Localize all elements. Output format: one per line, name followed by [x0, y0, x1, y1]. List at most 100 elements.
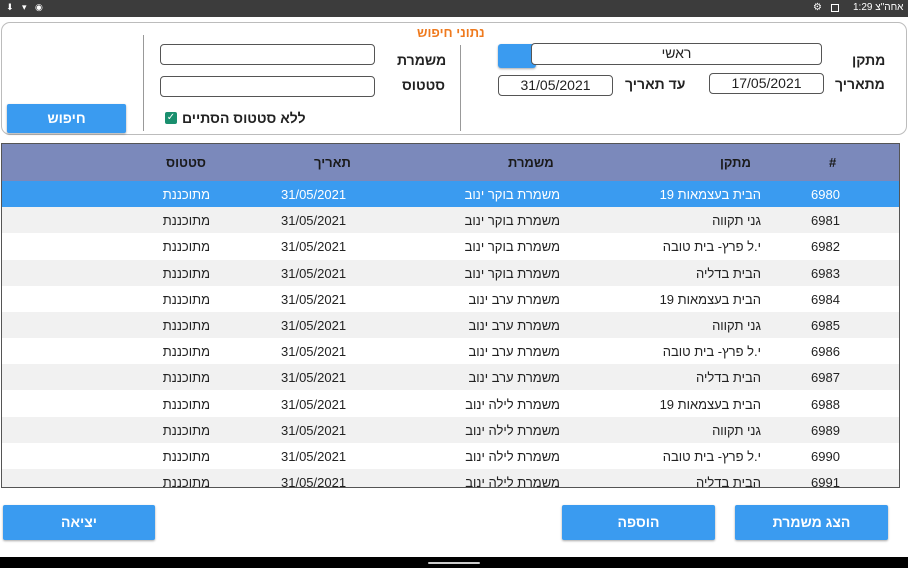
cell-status: מתוכננת: [162, 475, 210, 488]
table-row[interactable]: 6981 גני תקווה משמרת בוקר ינוב 31/05/2021 מת…: [2, 207, 899, 234]
cell-status: מתוכננת: [162, 213, 210, 229]
cell-date: 31/05/2021: [281, 449, 347, 464]
cell-shift: משמרת ערב ינוב: [468, 318, 560, 333]
table-row[interactable]: 6991 הבית בדליה משמרת לילה ינוב 31/05/2021 מ…: [2, 469, 899, 488]
cell-status: מתוכננת: [162, 422, 210, 438]
cell-shift: משמרת ערב ינוב: [468, 370, 560, 386]
cell-status: מתוכננת: [162, 396, 210, 412]
search-button[interactable]: חיפוש: [7, 104, 126, 133]
table-row[interactable]: 6987 הבית בדליה משמרת ערב ינוב 31/05/2021 מת…: [2, 364, 899, 391]
cell-date: 31/05/2021: [281, 187, 347, 202]
cell-facility: גני תקווה: [712, 318, 761, 333]
cell-shift: משמרת בוקר ינוב: [464, 187, 560, 202]
cell-facility: גני תקווה: [712, 422, 761, 438]
cell-num: 6989: [811, 422, 840, 438]
cell-num: 6981: [811, 213, 840, 229]
cell-shift: משמרת בוקר ינוב: [464, 265, 560, 281]
cell-facility: הבית בעצמאות 19: [659, 291, 761, 307]
cell-num: 6985: [811, 318, 840, 333]
cell-shift: משמרת בוקר ינוב: [464, 239, 560, 255]
cell-num: 6988: [811, 396, 840, 412]
column-header-shift[interactable]: משמרת: [508, 155, 554, 170]
no-closed-status-label: ללא סטטוס הסתיים: [182, 110, 306, 126]
no-closed-status-checkbox[interactable]: ✓: [165, 112, 177, 124]
cell-status: מתוכננת: [162, 187, 210, 202]
cell-date: 31/05/2021: [281, 370, 347, 386]
add-button[interactable]: הוספה: [562, 505, 715, 540]
shift-field[interactable]: [160, 44, 375, 65]
cell-facility: י.ל פרץ- בית טובה: [662, 449, 761, 464]
column-header-date[interactable]: תאריך: [314, 155, 351, 170]
cell-date: 31/05/2021: [281, 291, 347, 307]
cell-facility: הבית בעצמאות 19: [659, 187, 761, 202]
cell-num: 6991: [811, 475, 840, 488]
status-label: סטטוס: [402, 77, 446, 93]
cell-date: 31/05/2021: [281, 318, 347, 333]
facility-field[interactable]: ראשי: [531, 43, 822, 65]
search-panel-title: נתוני חיפוש: [417, 25, 485, 40]
cell-num: 6984: [811, 291, 840, 307]
shift-label: משמרת: [397, 52, 447, 68]
cell-facility: הבית בדליה: [696, 370, 761, 386]
to-date-field[interactable]: 31/05/2021: [498, 75, 613, 96]
shifts-table: # מתקן משמרת תאריך סטטוס 6980 הבית בעצמאו…: [1, 143, 900, 488]
cell-date: 31/05/2021: [281, 239, 347, 255]
cell-shift: משמרת לילה ינוב: [465, 422, 560, 438]
notification-icons: ⬇ ▾ ◉: [6, 2, 46, 12]
table-row[interactable]: 6984 הבית בעצמאות 19 משמרת ערב ינוב 31/05/2…: [2, 286, 899, 312]
from-date-label: מתאריך: [835, 76, 885, 92]
panel-divider: [460, 45, 461, 131]
cell-date: 31/05/2021: [281, 475, 347, 488]
table-row[interactable]: 6990 י.ל פרץ- בית טובה משמרת לילה ינוב 31/0…: [2, 443, 899, 469]
cell-shift: משמרת ערב ינוב: [468, 291, 560, 307]
cell-num: 6983: [811, 265, 840, 281]
to-date-label: עד תאריך: [625, 76, 686, 92]
home-gesture-pill[interactable]: [428, 562, 480, 564]
cell-date: 31/05/2021: [281, 265, 347, 281]
cell-shift: משמרת ערב ינוב: [468, 344, 560, 360]
image-icon: [831, 4, 839, 12]
cell-status: מתוכננת: [162, 265, 210, 281]
panel-divider: [143, 35, 144, 131]
cell-num: 6980: [811, 187, 840, 202]
column-header-facility[interactable]: מתקן: [720, 155, 751, 170]
cell-num: 6987: [811, 370, 840, 386]
table-row[interactable]: 6985 גני תקווה משמרת ערב ינוב 31/05/2021 מתו…: [2, 312, 899, 338]
cell-date: 31/05/2021: [281, 213, 347, 229]
cell-status: מתוכננת: [162, 239, 210, 255]
cell-date: 31/05/2021: [281, 344, 347, 360]
facility-label: מתקן: [852, 52, 886, 68]
cell-shift: משמרת בוקר ינוב: [464, 213, 560, 229]
table-row[interactable]: 6988 הבית בעצמאות 19 משמרת לילה ינוב 31/05/…: [2, 391, 899, 417]
column-header-num[interactable]: #: [829, 155, 836, 170]
from-date-field[interactable]: 17/05/2021: [709, 73, 824, 94]
table-header: # מתקן משמרת תאריך סטטוס: [2, 144, 899, 181]
cell-status: מתוכננת: [162, 291, 210, 307]
cell-date: 31/05/2021: [281, 422, 347, 438]
exit-button[interactable]: יציאה: [3, 505, 155, 540]
status-field[interactable]: [160, 76, 375, 97]
cell-num: 6986: [811, 344, 840, 360]
table-row[interactable]: 6989 גני תקווה משמרת לילה ינוב 31/05/2021 מת…: [2, 416, 899, 443]
show-shift-button[interactable]: הצג משמרת: [735, 505, 888, 540]
clock: 1:29 אחה"צ: [853, 2, 904, 13]
cell-date: 31/05/2021: [281, 396, 347, 412]
cell-facility: גני תקווה: [712, 213, 761, 229]
cell-status: מתוכננת: [162, 318, 210, 333]
cell-facility: הבית בדליה: [696, 475, 761, 488]
table-row[interactable]: 6983 הבית בדליה משמרת בוקר ינוב 31/05/2021 מ…: [2, 259, 899, 286]
cell-facility: הבית בדליה: [696, 265, 761, 281]
cell-shift: משמרת לילה ינוב: [465, 475, 560, 488]
status-bar: ⬇ ▾ ◉ ⚙ 1:29 אחה"צ: [0, 0, 908, 17]
cell-facility: י.ל פרץ- בית טובה: [662, 239, 761, 255]
cell-num: 6990: [811, 449, 840, 464]
table-row[interactable]: 6986 י.ל פרץ- בית טובה משמרת ערב ינוב 31/05…: [2, 338, 899, 364]
cell-shift: משמרת לילה ינוב: [465, 396, 560, 412]
cell-shift: משמרת לילה ינוב: [465, 449, 560, 464]
column-header-status[interactable]: סטטוס: [166, 155, 206, 170]
cell-facility: הבית בעצמאות 19: [659, 396, 761, 412]
gear-icon: ⚙: [813, 2, 822, 13]
cell-num: 6982: [811, 239, 840, 255]
table-row[interactable]: 6982 י.ל פרץ- בית טובה משמרת בוקר ינוב 31/0…: [2, 233, 899, 259]
table-row[interactable]: 6980 הבית בעצמאות 19 משמרת בוקר ינוב 31/05/…: [2, 181, 899, 207]
